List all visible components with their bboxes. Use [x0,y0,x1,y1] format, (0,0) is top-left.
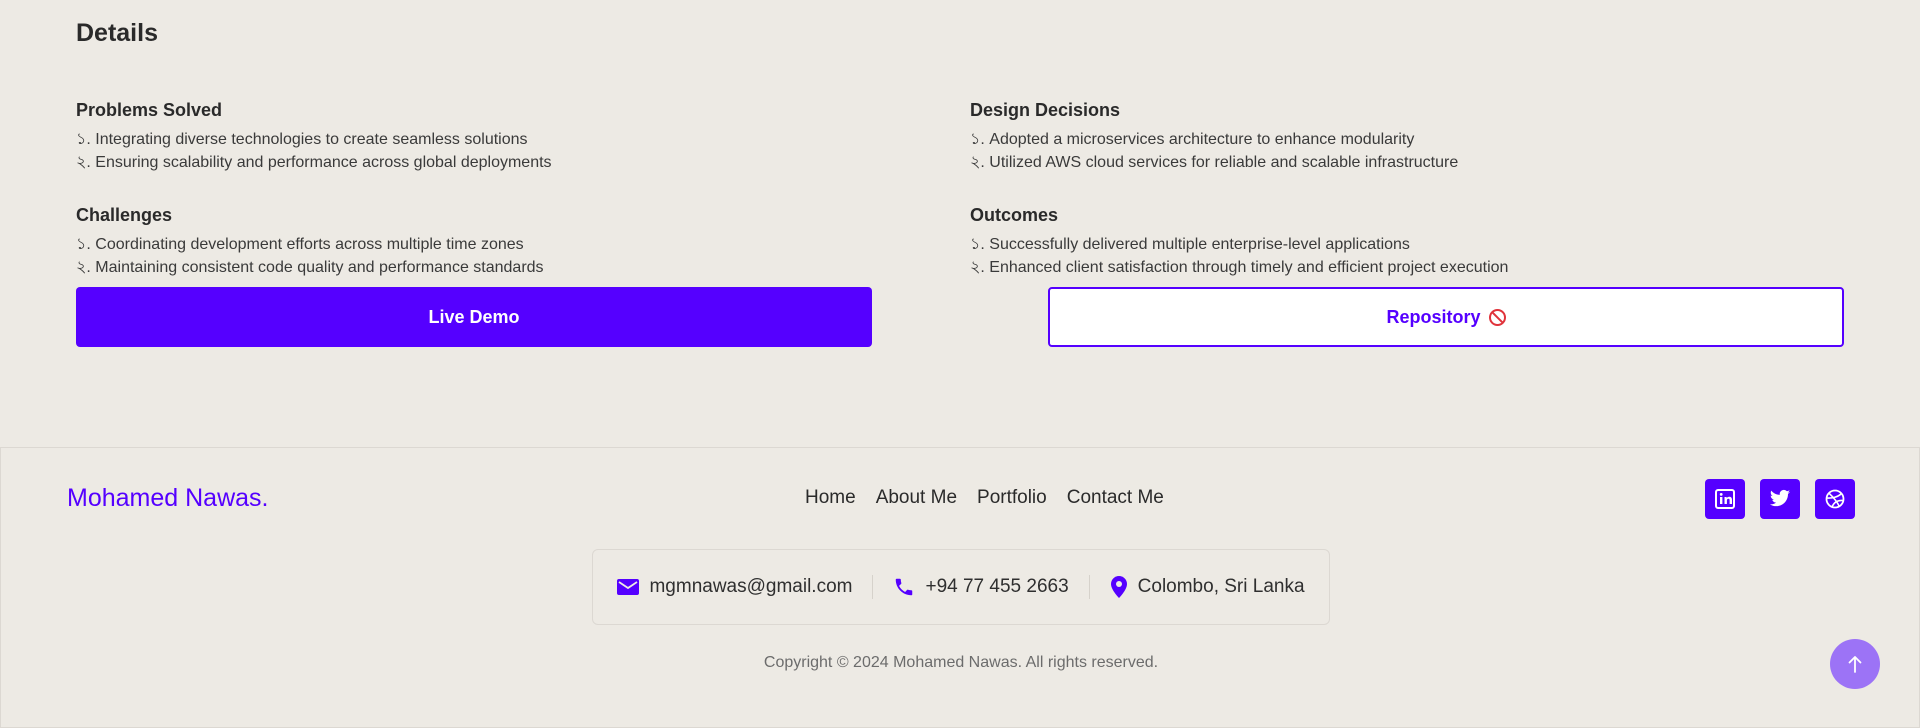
contact-phone[interactable]: +94 77 455 2663 [873,576,1088,598]
twitter-link[interactable] [1760,479,1800,519]
site-footer: Mohamed Nawas. Home About Me Portfolio C… [0,447,1920,728]
linkedin-link[interactable] [1705,479,1745,519]
live-demo-button[interactable]: Live Demo [76,287,872,347]
social-links [1705,479,1855,519]
challenges-block: Challenges ১. Coordinating development e… [76,203,896,279]
dribbble-link[interactable] [1815,479,1855,519]
twitter-icon [1769,489,1791,507]
outcomes-heading: Outcomes [970,205,1059,225]
design-decisions-item: ২. Utilized AWS cloud services for relia… [970,154,1459,171]
problems-solved-item: ১. Integrating diverse technologies to c… [76,131,528,148]
contact-email-text: mgmnawas@gmail.com [649,576,853,597]
problems-solved-block: Problems Solved ১. Integrating diverse t… [76,98,896,174]
live-demo-label: Live Demo [428,306,520,327]
challenges-item: ২. Maintaining consistent code quality a… [76,259,544,276]
arrow-up-icon [1848,656,1862,673]
location-pin-icon [1110,576,1127,598]
design-decisions-block: Design Decisions ১. Adopted a microservi… [970,98,1790,174]
contact-phone-text: +94 77 455 2663 [925,576,1069,597]
phone-icon [896,578,913,596]
mail-icon [617,579,640,595]
challenges-heading: Challenges [76,205,173,225]
back-to-top-button[interactable] [1830,639,1880,689]
nav-link-portfolio[interactable]: Portfolio [977,487,1047,509]
design-decisions-item: ১. Adopted a microservices architecture … [970,131,1415,148]
nav-link-about-me[interactable]: About Me [876,487,957,509]
footer-brand[interactable]: Mohamed Nawas. [67,484,268,513]
copyright-text: Copyright © 2024 Mohamed Nawas. All righ… [763,654,1159,671]
footer-nav: Home About Me Portfolio Contact Me [805,487,1164,509]
contact-email[interactable]: mgmnawas@gmail.com [597,576,872,598]
details-title: Details [76,19,158,47]
contact-location-text: Colombo, Sri Lanka [1137,576,1305,597]
nav-link-contact-me[interactable]: Contact Me [1067,487,1164,509]
problems-solved-item: ২. Ensuring scalability and performance … [76,154,552,171]
nav-link-home[interactable]: Home [805,487,856,509]
linkedin-icon [1715,489,1735,509]
design-decisions-heading: Design Decisions [970,100,1121,120]
outcomes-item: ২. Enhanced client satisfaction through … [970,259,1509,276]
details-grid: Problems Solved ১. Integrating diverse t… [76,50,1844,276]
outcomes-item: ১. Successfully delivered multiple enter… [970,236,1410,253]
details-section: Details Problems Solved ১. Integrating d… [76,16,1844,276]
dribbble-icon [1825,489,1845,509]
prohibited-icon [1488,308,1506,326]
challenges-item: ১. Coordinating development efforts acro… [76,236,524,253]
contact-location: Colombo, Sri Lanka [1090,576,1325,598]
contact-info-box: mgmnawas@gmail.com +94 77 455 2663 Colom… [592,549,1330,625]
repository-button[interactable]: Repository [1048,287,1844,347]
outcomes-block: Outcomes ১. Successfully delivered multi… [970,203,1790,279]
problems-solved-heading: Problems Solved [76,100,223,120]
repository-label: Repository [1386,306,1481,327]
